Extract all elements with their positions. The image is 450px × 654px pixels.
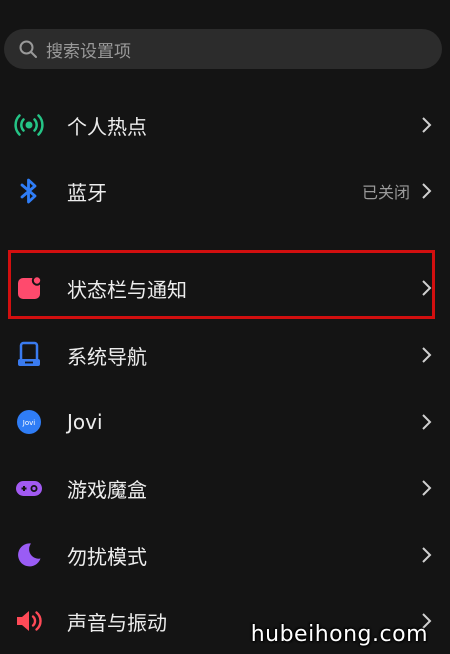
settings-item-label: Jovi: [67, 410, 103, 434]
settings-item-label: 个人热点: [67, 114, 147, 139]
settings-item-label: 勿扰模式: [67, 544, 147, 569]
settings-item-bluetooth[interactable]: 蓝牙 已关闭: [0, 158, 450, 224]
settings-item-jovi[interactable]: Jovi Jovi: [0, 389, 450, 455]
chevron-right-icon: [421, 115, 433, 135]
chevron-right-icon: [421, 181, 433, 201]
settings-item-label: 蓝牙: [67, 180, 107, 205]
settings-item-hotspot[interactable]: 个人热点: [0, 92, 450, 158]
settings-item-label: 系统导航: [67, 344, 147, 369]
chevron-right-icon: [421, 478, 433, 498]
chevron-right-icon: [421, 345, 433, 365]
search-placeholder: 搜索设置项: [46, 41, 131, 62]
game-box-icon: [14, 473, 44, 503]
chevron-right-icon: [421, 412, 433, 432]
do-not-disturb-icon: [14, 540, 44, 570]
svg-text:Jovi: Jovi: [22, 419, 35, 427]
settings-item-label: 游戏魔盒: [67, 477, 147, 502]
search-icon: [18, 39, 38, 59]
settings-item-system-navigation[interactable]: 系统导航: [0, 322, 450, 388]
jovi-icon: Jovi: [14, 407, 44, 437]
sound-icon: [14, 606, 44, 636]
settings-item-do-not-disturb[interactable]: 勿扰模式: [0, 522, 450, 588]
bluetooth-status: 已关闭: [361, 183, 410, 202]
highlight-box: [8, 250, 435, 319]
hotspot-icon: [14, 110, 44, 140]
navigation-icon: [14, 340, 44, 370]
bluetooth-icon: [14, 176, 44, 206]
chevron-right-icon: [421, 545, 433, 565]
settings-item-label: 声音与振动: [67, 610, 167, 635]
search-bar[interactable]: 搜索设置项: [4, 29, 442, 69]
watermark: hubeihong.com: [250, 622, 428, 647]
settings-item-game-box[interactable]: 游戏魔盒: [0, 455, 450, 521]
